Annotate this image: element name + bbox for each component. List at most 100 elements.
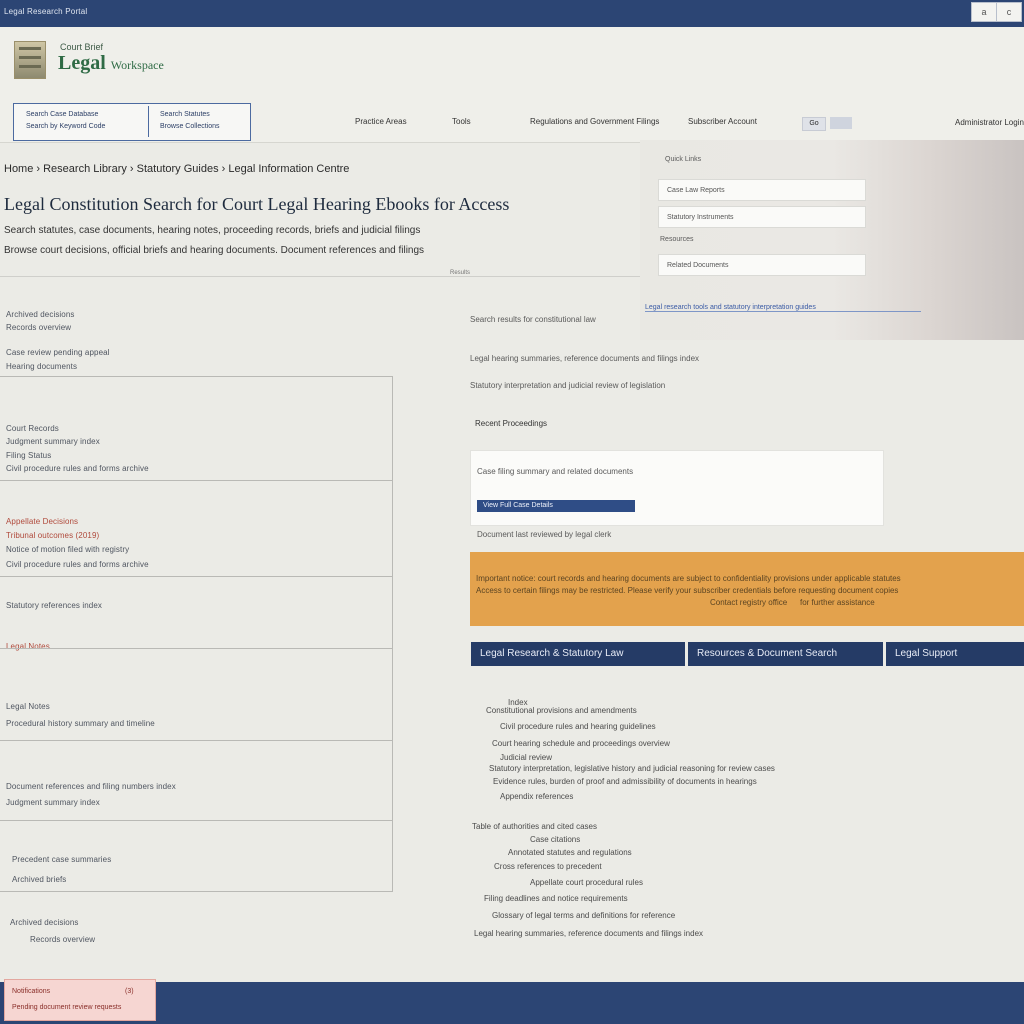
breadcrumb[interactable]: Home › Research Library › Statutory Guid… (4, 163, 349, 175)
notification-badge[interactable]: Notifications (3) Pending document revie… (4, 979, 156, 1021)
tab-resources[interactable]: Resources & Document Search (688, 642, 883, 666)
side-tools-link[interactable]: Legal research tools and statutory inter… (645, 304, 921, 312)
search-option-keyword[interactable]: Search by Keyword Code (26, 121, 105, 133)
notification-message: Pending document review requests (12, 1004, 122, 1011)
tab-legal-support[interactable]: Legal Support (886, 642, 1024, 666)
search-divider (148, 106, 149, 137)
list-item-red-b: Tribunal outcomes (2019) (6, 531, 100, 540)
row-divider (0, 480, 393, 481)
side-heading: Quick Links (665, 156, 702, 163)
row-divider (0, 576, 393, 577)
page-subtitle: Search statutes, case documents, hearing… (4, 221, 424, 261)
view-case-button[interactable]: View Full Case Details (477, 500, 635, 512)
title-bar (0, 0, 1024, 27)
tree-item[interactable]: Legal hearing summaries, reference docum… (474, 929, 703, 938)
notice-line-4: for further assistance (800, 598, 875, 607)
list-item-m[interactable]: Precedent case summaries (12, 855, 111, 864)
search-option-statutes[interactable]: Search Statutes (160, 109, 220, 121)
side-item-related[interactable]: Related Documents (658, 254, 866, 276)
row-divider (0, 891, 393, 892)
close-button[interactable]: c (996, 2, 1022, 22)
nav-go-button[interactable]: Go (802, 117, 826, 131)
search-option-collections[interactable]: Browse Collections (160, 121, 220, 133)
tree-item[interactable]: Annotated statutes and regulations (508, 848, 632, 857)
list-item-a[interactable]: Court Records (6, 424, 59, 433)
courthouse-logo-icon[interactable] (14, 41, 46, 79)
row-divider (0, 820, 393, 821)
list-item-k[interactable]: Document references and filing numbers i… (6, 782, 176, 791)
list-intro-a: Case review pending appeal (6, 348, 110, 357)
list-item-j: Procedural history summary and timeline (6, 719, 155, 728)
tree-item[interactable]: Judicial review (500, 753, 552, 762)
tree-item[interactable]: Filing deadlines and notice requirements (484, 894, 628, 903)
tree-item[interactable]: Glossary of legal terms and definitions … (492, 911, 675, 920)
list-item-b: Judgment summary index (6, 437, 100, 446)
search-left-column[interactable]: Search Case Database Search by Keyword C… (26, 109, 105, 133)
results-line-1: Legal hearing summaries, reference docum… (470, 354, 700, 363)
list-item-i[interactable]: Legal Notes (6, 702, 50, 711)
case-card[interactable] (470, 450, 884, 526)
tree-item[interactable]: Appellate court procedural rules (530, 878, 643, 887)
tree-item[interactable]: Court hearing schedule and proceedings o… (492, 739, 670, 748)
list-item-f: Civil procedure rules and forms archive (6, 560, 149, 569)
page-title: Legal Constitution Search for Court Lega… (4, 194, 510, 214)
notification-count: (3) (125, 988, 134, 995)
search-option-case[interactable]: Search Case Database (26, 109, 105, 121)
side-item-case-law[interactable]: Case Law Reports (658, 179, 866, 201)
window-title: Legal Research Portal (4, 7, 88, 16)
list-item-n: Archived briefs (12, 875, 67, 884)
search-right-column[interactable]: Search Statutes Browse Collections (160, 109, 220, 133)
page-subtitle-line2: Browse court decisions, official briefs … (4, 245, 425, 256)
row-divider (0, 648, 393, 649)
case-card-footer: Document last reviewed by legal clerk (477, 530, 612, 539)
search-panel[interactable]: Search Case Database Search by Keyword C… (13, 103, 251, 141)
tree-item[interactable]: Case citations (530, 835, 580, 844)
list-item-red-a[interactable]: Appellate Decisions (6, 517, 78, 526)
side-label-resources: Resources (660, 236, 694, 243)
list-item-g[interactable]: Statutory references index (6, 601, 102, 610)
notice-line-1: Important notice: court records and hear… (476, 574, 901, 583)
notification-title: Notifications (12, 988, 51, 995)
nav-practice-areas[interactable]: Practice Areas (355, 117, 407, 126)
logo-subtitle: Court Brief (60, 42, 104, 52)
tree-item[interactable]: Constitutional provisions and amendments (486, 706, 637, 715)
list-item-h: Legal Notes (6, 642, 50, 651)
tree-item[interactable]: Cross references to precedent (494, 862, 602, 871)
section-heading: Recent Proceedings (475, 419, 548, 428)
site-logo-text[interactable]: Legal Workspace (58, 52, 164, 75)
list-item-l: Judgment summary index (6, 798, 100, 807)
tree-item[interactable]: Evidence rules, burden of proof and admi… (493, 777, 757, 786)
list-item-e: Notice of motion filed with registry (6, 545, 130, 554)
logo-title-main: Legal (58, 52, 106, 74)
side-item-statutory[interactable]: Statutory Instruments (658, 206, 866, 228)
results-label: Results (450, 270, 471, 276)
list-item-c: Filing Status (6, 451, 52, 460)
tab-legal-research[interactable]: Legal Research & Statutory Law (471, 642, 685, 666)
row-divider (0, 740, 393, 741)
tree-item[interactable]: Appendix references (500, 792, 573, 801)
row-divider (0, 376, 393, 377)
results-heading: Search results for constitutional law (470, 315, 596, 324)
notice-banner: Important notice: court records and hear… (470, 552, 1024, 626)
case-card-text: Case filing summary and related document… (477, 467, 634, 476)
nav-search-button[interactable] (830, 117, 852, 129)
list-item-o: Archived decisions (10, 918, 79, 927)
list-item-p: Records overview (30, 935, 96, 944)
list-item-d: Civil procedure rules and forms archive (6, 464, 149, 473)
tree-item[interactable]: Civil procedure rules and hearing guidel… (500, 722, 656, 731)
tree-item[interactable]: Table of authorities and cited cases (472, 822, 597, 831)
results-line-2: Statutory interpretation and judicial re… (470, 381, 666, 390)
minimize-button[interactable]: a (971, 2, 997, 22)
notice-line-3: Contact registry office (710, 598, 788, 607)
tree-item[interactable]: Statutory interpretation, legislative hi… (489, 764, 775, 773)
account-login-link[interactable]: Administrator Login (955, 118, 1024, 127)
nav-tools[interactable]: Tools (452, 117, 471, 126)
page-subtitle-line1: Search statutes, case documents, hearing… (4, 225, 421, 236)
nav-regulations[interactable]: Regulations and Government Filings (530, 117, 659, 126)
title-divider (0, 276, 640, 277)
nav-subscriber-account[interactable]: Subscriber Account (688, 117, 757, 126)
notice-line-2: Access to certain filings may be restric… (476, 586, 899, 595)
list-intro-b: Hearing documents (6, 362, 78, 371)
list-heading: Archived decisions (6, 310, 75, 319)
logo-title-small: Workspace (110, 58, 164, 72)
